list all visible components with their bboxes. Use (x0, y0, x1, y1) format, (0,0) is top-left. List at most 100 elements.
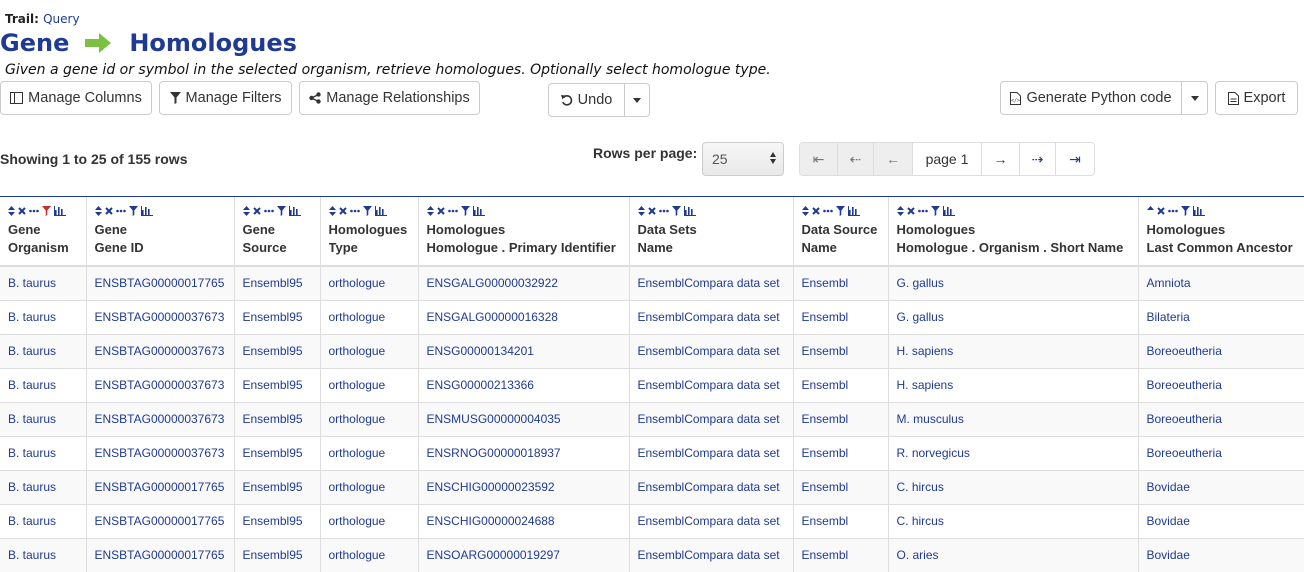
cell-value-link[interactable]: C. hircus (897, 480, 944, 494)
summary-ellipsis-icon[interactable] (349, 209, 360, 213)
column-chart-icon[interactable] (288, 206, 301, 216)
summary-ellipsis-icon[interactable] (115, 209, 126, 213)
summary-ellipsis-icon[interactable] (1167, 209, 1178, 213)
cell-value-link[interactable]: Ensembl95 (243, 378, 303, 392)
cell-value-link[interactable]: ENSBTAG00000017765 (95, 548, 225, 562)
manage-columns-button[interactable]: Manage Columns (0, 81, 152, 115)
column-header[interactable]: Gene Source (234, 197, 321, 267)
cell-value-link[interactable]: EnsemblCompara data set (638, 446, 780, 460)
cell-value-link[interactable]: O. aries (897, 548, 939, 562)
remove-column-icon[interactable] (252, 207, 261, 215)
summary-ellipsis-icon[interactable] (447, 209, 458, 213)
summary-ellipsis-icon[interactable] (658, 209, 669, 213)
sort-icon[interactable] (8, 206, 15, 216)
column-chart-icon[interactable] (472, 206, 485, 216)
sort-icon[interactable] (242, 206, 250, 216)
column-header[interactable]: Homologues Last Common Ancestor (1138, 197, 1304, 267)
cell-value-link[interactable]: Ensembl95 (243, 310, 303, 324)
remove-column-icon[interactable] (906, 207, 915, 215)
cell-value-link[interactable]: G. gallus (897, 310, 944, 324)
remove-column-icon[interactable] (647, 207, 656, 215)
cell-value-link[interactable]: Boreoeutheria (1147, 378, 1222, 392)
column-header[interactable]: Gene Gene ID (86, 197, 235, 267)
cell-value-link[interactable]: G. gallus (897, 276, 944, 290)
first-page-button[interactable]: ⇤ (800, 143, 838, 175)
sort-ascending-icon[interactable] (1146, 206, 1154, 216)
cell-value-link[interactable]: ENSBTAG00000037673 (95, 344, 225, 358)
cell-value-link[interactable]: M. musculus (897, 412, 964, 426)
column-header[interactable]: Homologues Homologue . Organism . Short N… (888, 197, 1139, 267)
cell-value-link[interactable]: Ensembl (802, 412, 849, 426)
sort-icon[interactable] (801, 206, 809, 216)
cell-value-link[interactable]: Ensembl95 (243, 480, 303, 494)
previous-step-button[interactable]: ⇠ (838, 143, 874, 175)
cell-value-link[interactable]: EnsemblCompara data set (638, 480, 780, 494)
cell-value-link[interactable]: orthologue (329, 514, 386, 528)
cell-value-link[interactable]: Ensembl (802, 480, 849, 494)
cell-value-link[interactable]: Ensembl95 (243, 548, 303, 562)
sort-icon[interactable] (426, 206, 434, 216)
cell-value-link[interactable]: Boreoeutheria (1147, 344, 1222, 358)
cell-value-link[interactable]: Ensembl (802, 276, 849, 290)
column-chart-icon[interactable] (1192, 206, 1205, 216)
cell-value-link[interactable]: orthologue (329, 480, 386, 494)
column-chart-icon[interactable] (374, 206, 387, 216)
cell-value-link[interactable]: Amniota (1147, 276, 1191, 290)
cell-value-link[interactable]: B. taurus (8, 412, 56, 426)
export-button[interactable]: Export (1215, 81, 1298, 115)
manage-relationships-button[interactable]: Manage Relationships (299, 81, 480, 115)
cell-value-link[interactable]: H. sapiens (897, 344, 954, 358)
last-page-button[interactable]: ⇥ (1056, 143, 1094, 175)
cell-value-link[interactable]: B. taurus (8, 514, 56, 528)
cell-value-link[interactable]: orthologue (329, 344, 386, 358)
undo-button[interactable]: Undo (548, 83, 625, 117)
cell-value-link[interactable]: B. taurus (8, 480, 56, 494)
next-page-button[interactable]: → (982, 143, 1020, 175)
summary-ellipsis-icon[interactable] (29, 209, 39, 213)
cell-value-link[interactable]: Ensembl95 (243, 412, 303, 426)
cell-value-link[interactable]: ENSBTAG00000017765 (95, 514, 225, 528)
filter-icon[interactable] (930, 206, 940, 216)
cell-value-link[interactable]: EnsemblCompara data set (638, 378, 780, 392)
cell-value-link[interactable]: B. taurus (8, 310, 56, 324)
cell-value-link[interactable]: EnsemblCompara data set (638, 344, 780, 358)
cell-value-link[interactable]: H. sapiens (897, 378, 954, 392)
cell-value-link[interactable]: ENSGALG00000032922 (427, 276, 558, 290)
summary-ellipsis-icon[interactable] (822, 209, 833, 213)
cell-value-link[interactable]: Ensembl (802, 514, 849, 528)
cell-value-link[interactable]: orthologue (329, 412, 386, 426)
cell-value-link[interactable]: ENSBTAG00000037673 (95, 378, 225, 392)
cell-value-link[interactable]: Ensembl (802, 378, 849, 392)
column-chart-icon[interactable] (683, 206, 696, 216)
cell-value-link[interactable]: ENSGALG00000016328 (427, 310, 558, 324)
cell-value-link[interactable]: EnsemblCompara data set (638, 548, 780, 562)
column-header[interactable]: Homologues Homologue . Primary Identifier (418, 197, 630, 267)
undo-history-dropdown[interactable] (624, 83, 650, 117)
cell-value-link[interactable]: ENSG00000134201 (427, 344, 534, 358)
cell-value-link[interactable]: ENSCHIG00000024688 (427, 514, 555, 528)
column-header[interactable]: Homologues Type (320, 197, 419, 267)
cell-value-link[interactable]: orthologue (329, 276, 386, 290)
column-chart-icon[interactable] (54, 206, 66, 216)
sort-icon[interactable] (896, 206, 904, 216)
cell-value-link[interactable]: orthologue (329, 548, 386, 562)
cell-value-link[interactable]: Ensembl (802, 344, 849, 358)
cell-value-link[interactable]: Boreoeutheria (1147, 446, 1222, 460)
summary-ellipsis-icon[interactable] (917, 209, 928, 213)
filter-icon[interactable] (1180, 206, 1190, 216)
cell-value-link[interactable]: orthologue (329, 446, 386, 460)
column-chart-icon[interactable] (942, 206, 955, 216)
remove-column-icon[interactable] (104, 207, 113, 215)
filter-icon[interactable] (460, 206, 470, 216)
remove-column-icon[interactable] (1156, 207, 1165, 215)
cell-value-link[interactable]: Ensembl95 (243, 514, 303, 528)
cell-value-link[interactable]: B. taurus (8, 276, 56, 290)
cell-value-link[interactable]: C. hircus (897, 514, 944, 528)
cell-value-link[interactable]: B. taurus (8, 344, 56, 358)
sort-icon[interactable] (637, 206, 645, 216)
column-chart-icon[interactable] (847, 206, 860, 216)
cell-value-link[interactable]: ENSBTAG00000017765 (95, 276, 225, 290)
cell-value-link[interactable]: B. taurus (8, 446, 56, 460)
cell-value-link[interactable]: ENSBTAG00000037673 (95, 310, 225, 324)
cell-value-link[interactable]: ENSBTAG00000017765 (95, 480, 225, 494)
